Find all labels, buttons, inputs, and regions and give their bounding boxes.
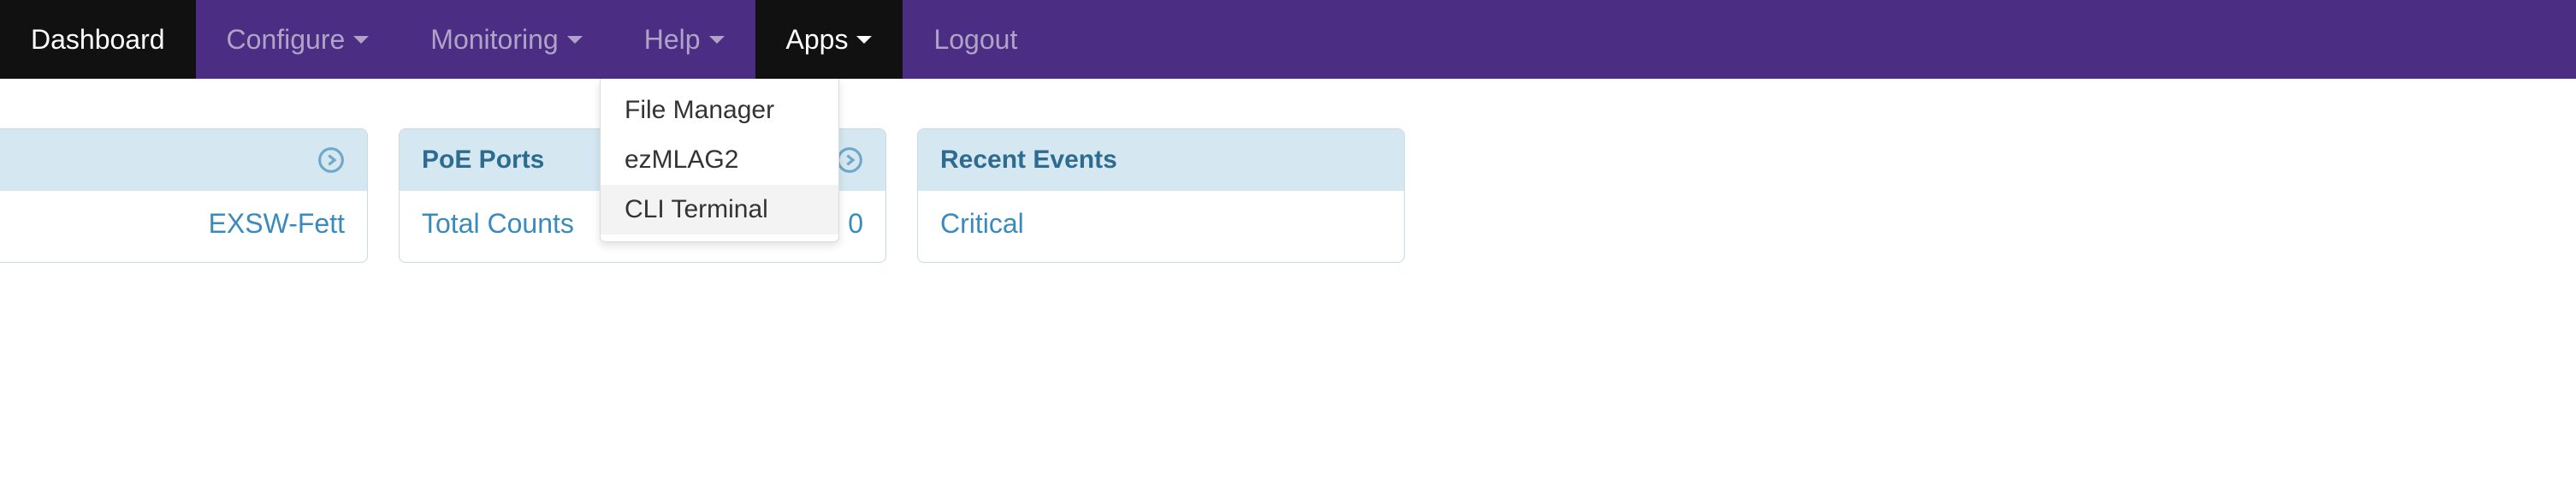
nav-help-label: Help [644,24,701,56]
dropdown-item-ezmlag2[interactable]: ezMLAG2 [601,135,838,185]
nav-logout-label: Logout [933,24,1017,56]
nav-configure-label: Configure [227,24,346,56]
panel-events-body: Critical [918,191,1404,262]
panel-events-title: Recent Events [940,146,1117,175]
events-critical-link[interactable]: Critical [940,208,1024,240]
panel-system-header: m [0,129,367,191]
chevron-down-icon [567,36,583,44]
nav-help[interactable]: Help [613,0,755,79]
nav-apps[interactable]: Apps [755,0,903,79]
dropdown-item-label: CLI Terminal [625,195,768,223]
apps-dropdown: File Manager ezMLAG2 CLI Terminal [600,79,839,242]
nav-monitoring-label: Monitoring [430,24,558,56]
dropdown-item-label: File Manager [625,96,774,124]
panel-system-body: EXSW-Fett [0,191,367,262]
nav-apps-label: Apps [786,24,849,56]
navbar: Dashboard Configure Monitoring Help Apps… [0,0,2576,79]
content-area: m EXSW-Fett PoE Ports Total Counts [0,79,2576,263]
panel-poe-title: PoE Ports [422,146,544,175]
chevron-down-icon [709,36,725,44]
panel-events-header: Recent Events [918,129,1404,191]
poe-total-counts-link[interactable]: Total Counts [422,208,574,240]
nav-configure[interactable]: Configure [196,0,400,79]
nav-monitoring[interactable]: Monitoring [400,0,613,79]
panel-system: m EXSW-Fett [0,128,368,263]
panel-system-value: EXSW-Fett [209,208,345,240]
nav-dashboard-label: Dashboard [31,24,165,56]
arrow-right-circle-icon[interactable] [836,146,863,174]
panel-recent-events: Recent Events Critical [917,128,1405,263]
chevron-down-icon [856,36,872,44]
chevron-down-icon [353,36,369,44]
arrow-right-circle-icon[interactable] [317,146,345,174]
dropdown-item-label: ezMLAG2 [625,146,738,174]
dropdown-item-file-manager[interactable]: File Manager [601,86,838,135]
poe-total-counts-value: 0 [848,208,863,240]
dropdown-item-cli-terminal[interactable]: CLI Terminal [601,185,838,235]
nav-dashboard[interactable]: Dashboard [0,0,196,79]
nav-logout[interactable]: Logout [903,0,1048,79]
